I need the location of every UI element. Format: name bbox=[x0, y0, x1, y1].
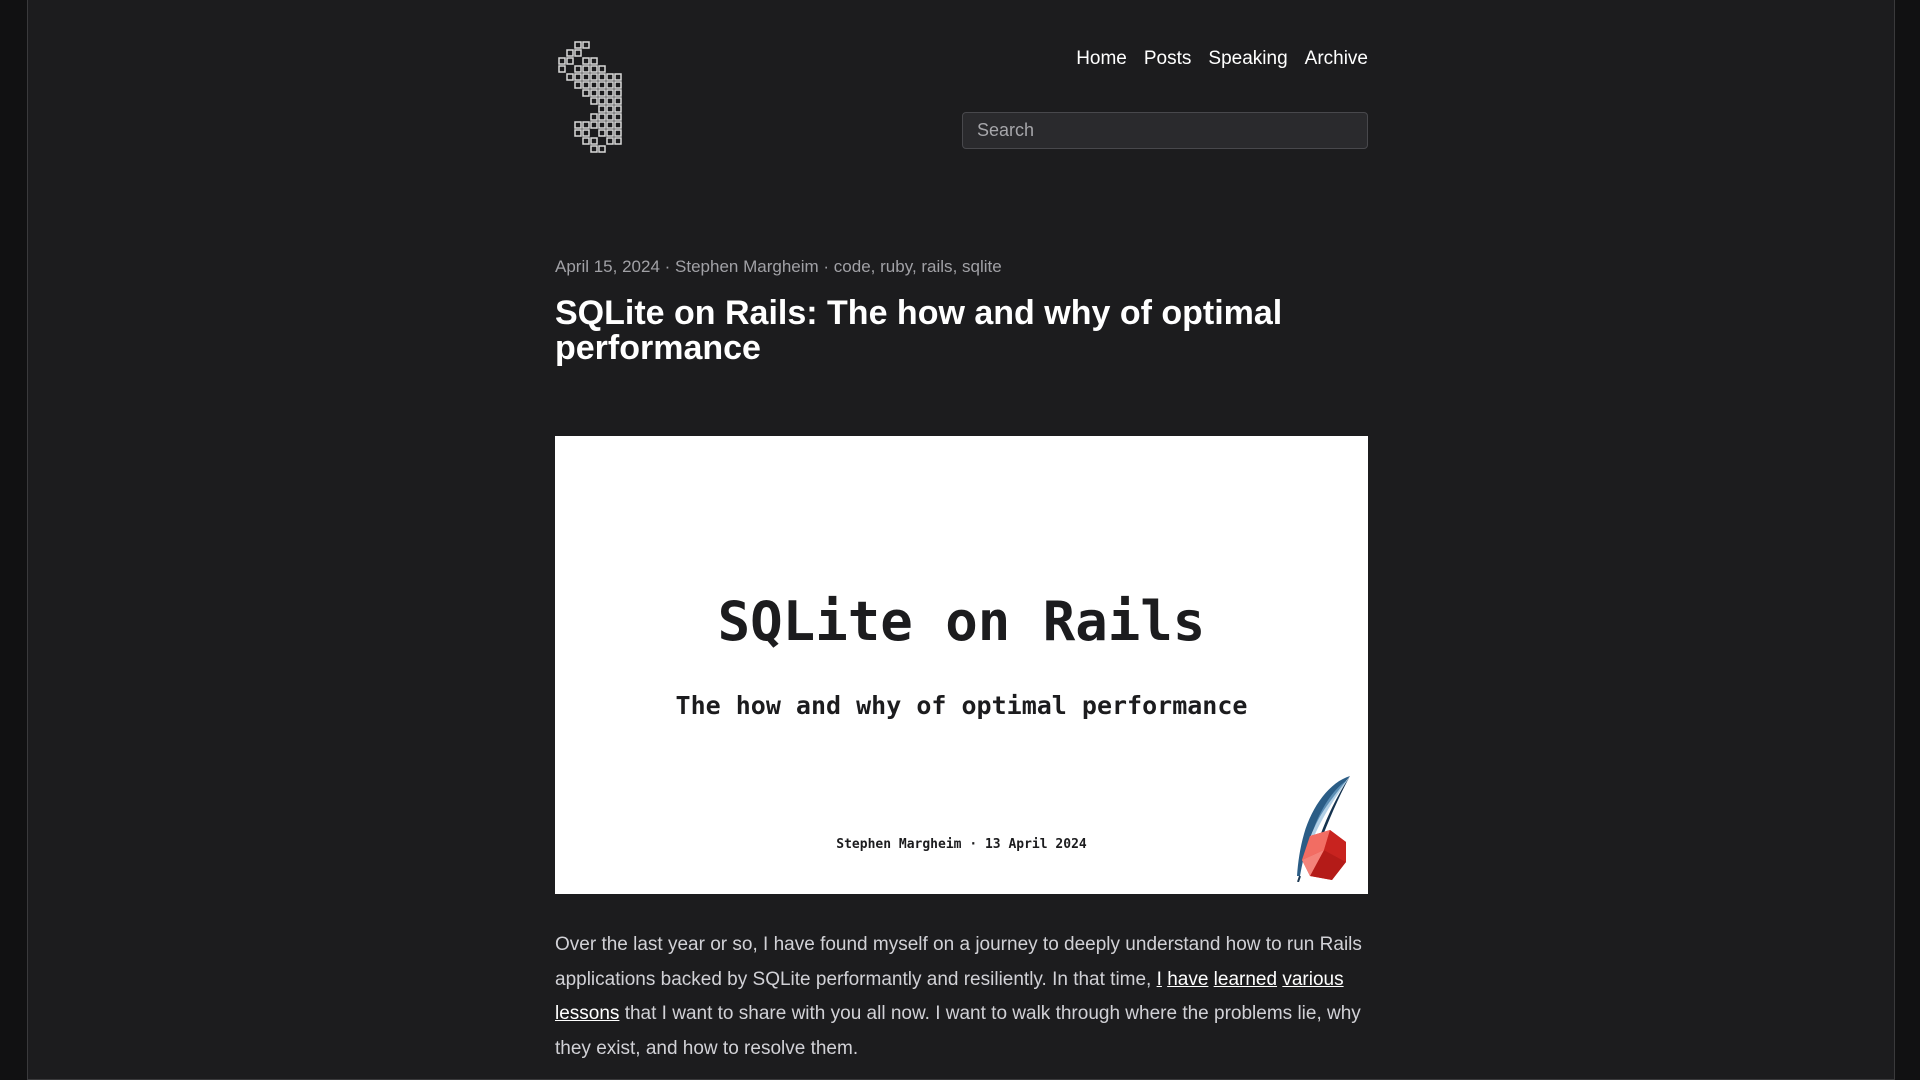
logo-cell bbox=[614, 129, 622, 137]
logo-cell bbox=[582, 57, 590, 65]
lesson-link-5[interactable]: lessons bbox=[555, 1003, 619, 1024]
search-input[interactable] bbox=[962, 112, 1368, 149]
lesson-link-4[interactable]: various bbox=[1282, 969, 1343, 990]
paragraph-text: that I want to share with you all now. I… bbox=[555, 1003, 1361, 1059]
logo-cell bbox=[574, 81, 582, 89]
hero-image-byline: Stephen Margheim · 13 April 2024 bbox=[836, 837, 1087, 852]
logo-cell bbox=[590, 81, 598, 89]
page-container: Home Posts Speaking Archive April 15, 20… bbox=[555, 0, 1368, 1059]
logo-cell bbox=[614, 73, 622, 81]
tag-rails-link[interactable]: rails bbox=[921, 257, 952, 276]
post-meta: April 15, 2024 · Stephen Margheim · code… bbox=[555, 257, 1002, 277]
hero-image: SQLite on Rails The how and why of optim… bbox=[555, 436, 1368, 894]
tag-sqlite-link[interactable]: sqlite bbox=[962, 257, 1002, 276]
logo-cell bbox=[614, 81, 622, 89]
logo-cell bbox=[582, 129, 590, 137]
logo-cell bbox=[558, 65, 566, 73]
dragon-curve-logo-icon bbox=[558, 41, 622, 153]
logo-cell bbox=[582, 73, 590, 81]
logo-cell bbox=[598, 105, 606, 113]
logo-cell bbox=[598, 81, 606, 89]
main-nav: Home Posts Speaking Archive bbox=[1076, 48, 1368, 70]
sqlite-ruby-feather-icon bbox=[1297, 776, 1350, 882]
logo-cell bbox=[566, 49, 574, 57]
logo-cell bbox=[574, 129, 582, 137]
logo-cell bbox=[590, 57, 598, 65]
tag-code-link[interactable]: code bbox=[834, 257, 871, 276]
logo-cell bbox=[598, 65, 606, 73]
nav-home-link[interactable]: Home bbox=[1076, 48, 1127, 70]
meta-separator: · bbox=[823, 257, 834, 276]
logo-cell bbox=[582, 89, 590, 97]
nav-posts-link[interactable]: Posts bbox=[1144, 48, 1192, 70]
logo-cell bbox=[598, 145, 606, 153]
lesson-link-3[interactable]: learned bbox=[1214, 969, 1277, 990]
tag-separator: , bbox=[870, 257, 881, 276]
logo-cell bbox=[574, 73, 582, 81]
logo-cell bbox=[614, 113, 622, 121]
logo-cell bbox=[598, 121, 606, 129]
logo-cell bbox=[582, 137, 590, 145]
logo-cell bbox=[574, 121, 582, 129]
browser-viewport: Home Posts Speaking Archive April 15, 20… bbox=[27, 0, 1895, 1080]
logo-cell bbox=[606, 113, 614, 121]
meta-separator: · bbox=[664, 257, 676, 276]
lesson-link-1[interactable]: I bbox=[1157, 969, 1162, 990]
logo-cell bbox=[606, 129, 614, 137]
logo-cell bbox=[606, 73, 614, 81]
post-intro-paragraph: Over the last year or so, I have found m… bbox=[555, 928, 1368, 1066]
logo-cell bbox=[582, 65, 590, 73]
hero-image-title: SQLite on Rails bbox=[717, 590, 1206, 653]
logo-cell bbox=[582, 81, 590, 89]
logo-cell bbox=[614, 121, 622, 129]
logo-cell bbox=[566, 57, 574, 65]
logo-cell bbox=[614, 97, 622, 105]
logo-cell bbox=[582, 41, 590, 49]
logo-cell bbox=[606, 121, 614, 129]
logo-cell bbox=[574, 41, 582, 49]
logo-cell bbox=[598, 73, 606, 81]
logo-cell bbox=[606, 137, 614, 145]
logo-cell bbox=[558, 57, 566, 65]
logo-cell bbox=[606, 105, 614, 113]
logo-cell bbox=[598, 97, 606, 105]
logo-cell bbox=[574, 65, 582, 73]
tag-separator: , bbox=[952, 257, 963, 276]
logo-cell bbox=[590, 73, 598, 81]
logo-cell bbox=[590, 89, 598, 97]
post-title: SQLite on Rails: The how and why of opti… bbox=[555, 294, 1283, 367]
logo-cell bbox=[590, 65, 598, 73]
logo-cell bbox=[590, 97, 598, 105]
logo-cell bbox=[598, 129, 606, 137]
logo-cell bbox=[614, 105, 622, 113]
post-author-link[interactable]: Stephen Margheim bbox=[675, 257, 819, 276]
logo-cell bbox=[590, 137, 598, 145]
logo-cell bbox=[598, 113, 606, 121]
logo-cell bbox=[614, 137, 622, 145]
post-date: April 15, 2024 bbox=[555, 257, 660, 276]
logo-cell bbox=[590, 113, 598, 121]
logo-cell bbox=[598, 89, 606, 97]
logo-cell bbox=[566, 73, 574, 81]
logo-cell bbox=[614, 89, 622, 97]
logo-cell bbox=[590, 145, 598, 153]
logo-cell bbox=[606, 81, 614, 89]
logo-cell bbox=[606, 89, 614, 97]
tag-separator: , bbox=[911, 257, 922, 276]
lesson-link-2[interactable]: have bbox=[1167, 969, 1208, 990]
logo-cell bbox=[606, 97, 614, 105]
logo-cell bbox=[590, 121, 598, 129]
logo-cell bbox=[582, 121, 590, 129]
hero-image-subtitle: The how and why of optimal performance bbox=[675, 691, 1248, 720]
logo-cell bbox=[574, 49, 582, 57]
nav-speaking-link[interactable]: Speaking bbox=[1208, 48, 1287, 70]
nav-archive-link[interactable]: Archive bbox=[1305, 48, 1368, 70]
site-header: Home Posts Speaking Archive bbox=[555, 0, 1368, 160]
tag-ruby-link[interactable]: ruby bbox=[880, 257, 912, 276]
